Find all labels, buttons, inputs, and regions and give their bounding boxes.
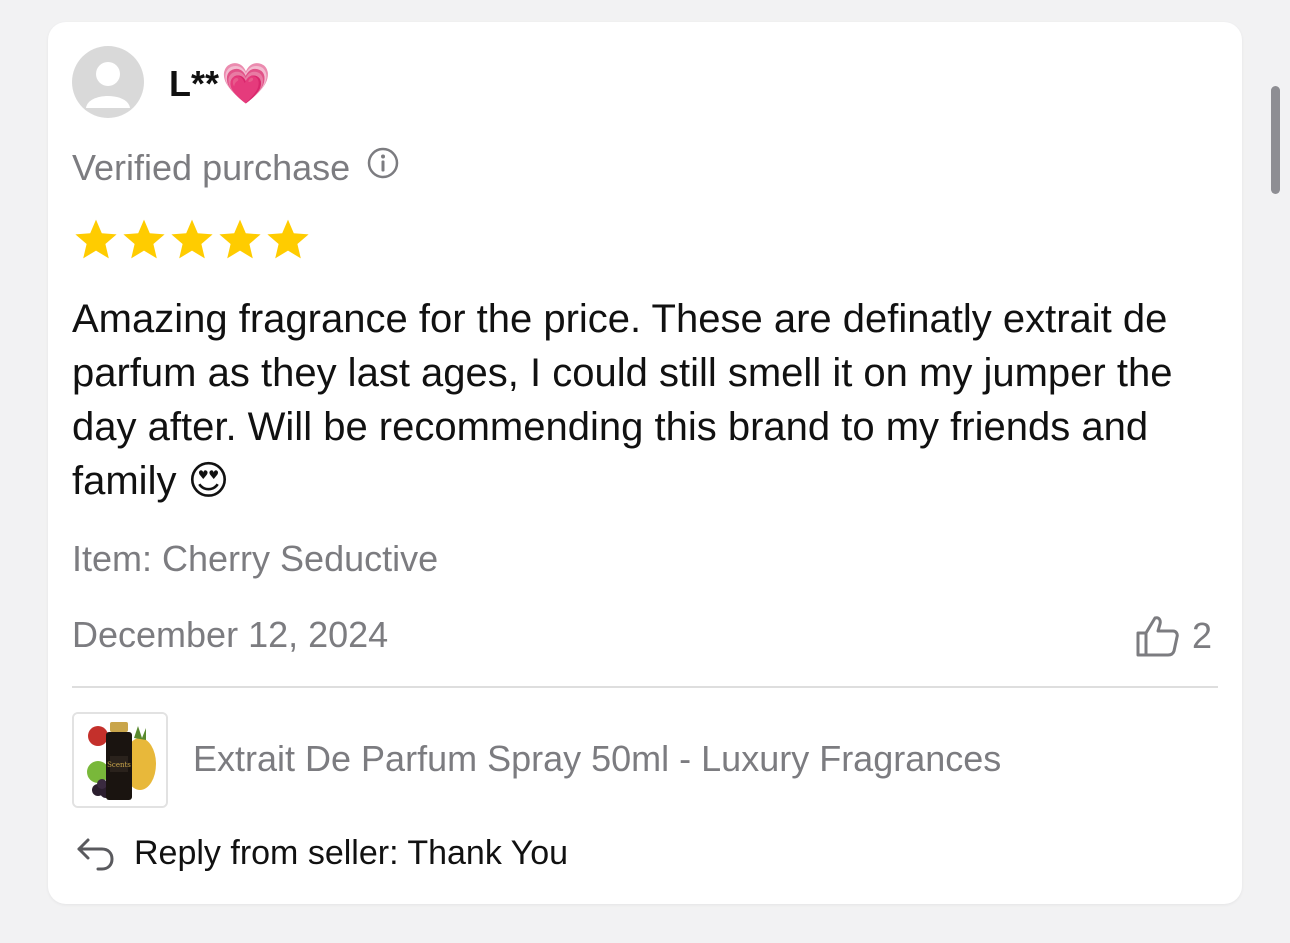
- reviewer-name-text: L**: [169, 62, 220, 104]
- scrollbar[interactable]: [1271, 86, 1280, 194]
- review-card: L** 💗 Verified purchase Amazing fragranc…: [48, 22, 1242, 904]
- helpful-count: 2: [1192, 615, 1213, 656]
- helpful-button[interactable]: 2: [1134, 614, 1212, 658]
- avatar[interactable]: [72, 46, 144, 118]
- star-icon: [267, 219, 309, 259]
- seller-reply-text: Reply from seller: Thank You: [134, 834, 569, 872]
- default-avatar-icon: [86, 62, 130, 108]
- thumbs-up-icon: [1136, 616, 1179, 657]
- product-thumbnail[interactable]: Scents: [72, 712, 168, 808]
- seller-reply: Reply from seller: Thank You: [76, 834, 568, 873]
- star-icon: [171, 219, 213, 259]
- review-date: December 12, 2024: [72, 614, 389, 655]
- review-body: Amazing fragrance for the price. These a…: [72, 297, 1173, 503]
- verified-purchase-label: Verified purchase: [72, 146, 351, 188]
- heart-emoji: 💗: [221, 62, 271, 106]
- product-name-link[interactable]: Extrait De Parfum Spray 50ml - Luxury Fr…: [193, 738, 1001, 780]
- reply-arrow-icon: [77, 838, 114, 870]
- svg-text:Scents: Scents: [107, 761, 131, 769]
- verified-purchase: Verified purchase: [72, 146, 400, 189]
- info-icon[interactable]: [366, 146, 400, 189]
- star-icon: [75, 219, 117, 259]
- star-icon: [123, 219, 165, 259]
- product-image: Scents: [74, 714, 166, 806]
- divider: [72, 686, 1218, 688]
- reviewer-name: L** 💗: [169, 60, 271, 107]
- star-icon: [219, 219, 261, 259]
- star-rating: [72, 216, 312, 264]
- item-variant: Item: Cherry Seductive: [72, 538, 439, 579]
